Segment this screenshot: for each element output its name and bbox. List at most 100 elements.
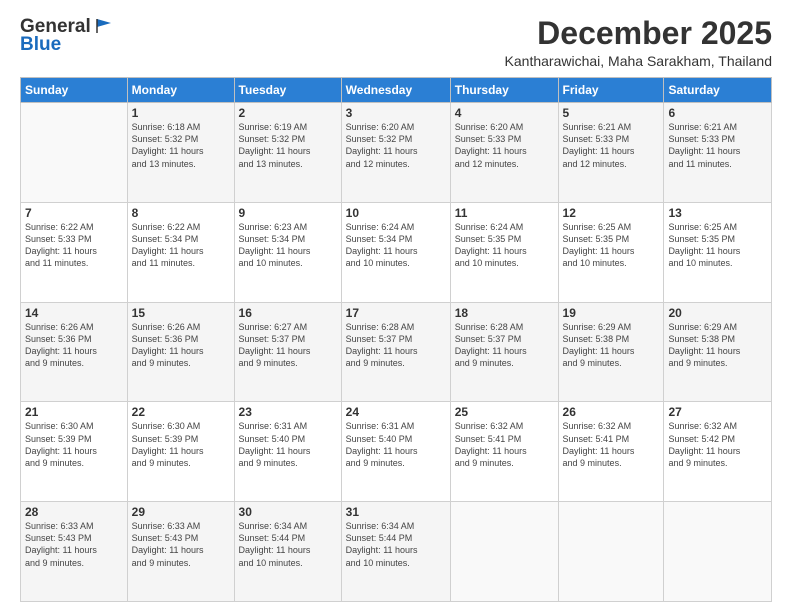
calendar-cell: 14Sunrise: 6:26 AMSunset: 5:36 PMDayligh…	[21, 302, 128, 402]
day-number: 4	[455, 106, 554, 120]
day-number: 7	[25, 206, 123, 220]
day-number: 3	[346, 106, 446, 120]
calendar-cell: 28Sunrise: 6:33 AMSunset: 5:43 PMDayligh…	[21, 502, 128, 602]
cell-info: Sunrise: 6:21 AMSunset: 5:33 PMDaylight:…	[668, 121, 767, 170]
day-number: 18	[455, 306, 554, 320]
day-header-saturday: Saturday	[664, 78, 772, 103]
cell-info: Sunrise: 6:26 AMSunset: 5:36 PMDaylight:…	[132, 321, 230, 370]
cell-info: Sunrise: 6:32 AMSunset: 5:41 PMDaylight:…	[455, 420, 554, 469]
cell-info: Sunrise: 6:26 AMSunset: 5:36 PMDaylight:…	[25, 321, 123, 370]
day-number: 5	[563, 106, 660, 120]
day-number: 21	[25, 405, 123, 419]
calendar-cell	[558, 502, 664, 602]
cell-info: Sunrise: 6:25 AMSunset: 5:35 PMDaylight:…	[563, 221, 660, 270]
day-number: 22	[132, 405, 230, 419]
cell-info: Sunrise: 6:28 AMSunset: 5:37 PMDaylight:…	[346, 321, 446, 370]
day-number: 23	[239, 405, 337, 419]
day-number: 28	[25, 505, 123, 519]
calendar-cell: 6Sunrise: 6:21 AMSunset: 5:33 PMDaylight…	[664, 103, 772, 203]
calendar-cell	[664, 502, 772, 602]
calendar-cell: 25Sunrise: 6:32 AMSunset: 5:41 PMDayligh…	[450, 402, 558, 502]
month-title: December 2025	[505, 16, 772, 51]
cell-info: Sunrise: 6:32 AMSunset: 5:42 PMDaylight:…	[668, 420, 767, 469]
day-number: 20	[668, 306, 767, 320]
calendar-cell: 17Sunrise: 6:28 AMSunset: 5:37 PMDayligh…	[341, 302, 450, 402]
cell-info: Sunrise: 6:34 AMSunset: 5:44 PMDaylight:…	[239, 520, 337, 569]
day-number: 1	[132, 106, 230, 120]
day-number: 13	[668, 206, 767, 220]
day-number: 14	[25, 306, 123, 320]
calendar-cell: 24Sunrise: 6:31 AMSunset: 5:40 PMDayligh…	[341, 402, 450, 502]
calendar-cell: 12Sunrise: 6:25 AMSunset: 5:35 PMDayligh…	[558, 202, 664, 302]
day-number: 30	[239, 505, 337, 519]
cell-info: Sunrise: 6:29 AMSunset: 5:38 PMDaylight:…	[668, 321, 767, 370]
calendar-cell: 26Sunrise: 6:32 AMSunset: 5:41 PMDayligh…	[558, 402, 664, 502]
day-number: 8	[132, 206, 230, 220]
day-number: 15	[132, 306, 230, 320]
day-header-wednesday: Wednesday	[341, 78, 450, 103]
location-title: Kantharawichai, Maha Sarakham, Thailand	[505, 53, 772, 69]
calendar-week-row: 1Sunrise: 6:18 AMSunset: 5:32 PMDaylight…	[21, 103, 772, 203]
cell-info: Sunrise: 6:30 AMSunset: 5:39 PMDaylight:…	[132, 420, 230, 469]
calendar-cell: 11Sunrise: 6:24 AMSunset: 5:35 PMDayligh…	[450, 202, 558, 302]
day-number: 31	[346, 505, 446, 519]
day-header-friday: Friday	[558, 78, 664, 103]
cell-info: Sunrise: 6:23 AMSunset: 5:34 PMDaylight:…	[239, 221, 337, 270]
calendar-cell	[21, 103, 128, 203]
calendar-week-row: 21Sunrise: 6:30 AMSunset: 5:39 PMDayligh…	[21, 402, 772, 502]
day-header-monday: Monday	[127, 78, 234, 103]
day-header-thursday: Thursday	[450, 78, 558, 103]
cell-info: Sunrise: 6:20 AMSunset: 5:33 PMDaylight:…	[455, 121, 554, 170]
calendar-table: SundayMondayTuesdayWednesdayThursdayFrid…	[20, 77, 772, 602]
day-number: 11	[455, 206, 554, 220]
day-number: 25	[455, 405, 554, 419]
calendar-week-row: 7Sunrise: 6:22 AMSunset: 5:33 PMDaylight…	[21, 202, 772, 302]
day-number: 24	[346, 405, 446, 419]
calendar-cell: 31Sunrise: 6:34 AMSunset: 5:44 PMDayligh…	[341, 502, 450, 602]
calendar-cell: 5Sunrise: 6:21 AMSunset: 5:33 PMDaylight…	[558, 103, 664, 203]
cell-info: Sunrise: 6:25 AMSunset: 5:35 PMDaylight:…	[668, 221, 767, 270]
calendar-cell: 29Sunrise: 6:33 AMSunset: 5:43 PMDayligh…	[127, 502, 234, 602]
calendar-cell: 15Sunrise: 6:26 AMSunset: 5:36 PMDayligh…	[127, 302, 234, 402]
cell-info: Sunrise: 6:22 AMSunset: 5:34 PMDaylight:…	[132, 221, 230, 270]
cell-info: Sunrise: 6:24 AMSunset: 5:35 PMDaylight:…	[455, 221, 554, 270]
calendar-cell: 16Sunrise: 6:27 AMSunset: 5:37 PMDayligh…	[234, 302, 341, 402]
calendar-cell: 23Sunrise: 6:31 AMSunset: 5:40 PMDayligh…	[234, 402, 341, 502]
cell-info: Sunrise: 6:18 AMSunset: 5:32 PMDaylight:…	[132, 121, 230, 170]
calendar-header-row: SundayMondayTuesdayWednesdayThursdayFrid…	[21, 78, 772, 103]
calendar-cell: 18Sunrise: 6:28 AMSunset: 5:37 PMDayligh…	[450, 302, 558, 402]
day-number: 2	[239, 106, 337, 120]
cell-info: Sunrise: 6:21 AMSunset: 5:33 PMDaylight:…	[563, 121, 660, 170]
day-number: 29	[132, 505, 230, 519]
day-number: 26	[563, 405, 660, 419]
day-number: 12	[563, 206, 660, 220]
calendar-cell: 10Sunrise: 6:24 AMSunset: 5:34 PMDayligh…	[341, 202, 450, 302]
calendar-cell: 7Sunrise: 6:22 AMSunset: 5:33 PMDaylight…	[21, 202, 128, 302]
calendar-cell: 20Sunrise: 6:29 AMSunset: 5:38 PMDayligh…	[664, 302, 772, 402]
day-number: 19	[563, 306, 660, 320]
day-number: 6	[668, 106, 767, 120]
day-number: 17	[346, 306, 446, 320]
calendar-week-row: 14Sunrise: 6:26 AMSunset: 5:36 PMDayligh…	[21, 302, 772, 402]
cell-info: Sunrise: 6:33 AMSunset: 5:43 PMDaylight:…	[25, 520, 123, 569]
calendar-cell: 9Sunrise: 6:23 AMSunset: 5:34 PMDaylight…	[234, 202, 341, 302]
cell-info: Sunrise: 6:30 AMSunset: 5:39 PMDaylight:…	[25, 420, 123, 469]
calendar-cell: 3Sunrise: 6:20 AMSunset: 5:32 PMDaylight…	[341, 103, 450, 203]
cell-info: Sunrise: 6:33 AMSunset: 5:43 PMDaylight:…	[132, 520, 230, 569]
day-number: 16	[239, 306, 337, 320]
calendar-cell: 1Sunrise: 6:18 AMSunset: 5:32 PMDaylight…	[127, 103, 234, 203]
cell-info: Sunrise: 6:22 AMSunset: 5:33 PMDaylight:…	[25, 221, 123, 270]
page: General Blue December 2025 Kantharawicha…	[0, 0, 792, 612]
calendar-cell: 19Sunrise: 6:29 AMSunset: 5:38 PMDayligh…	[558, 302, 664, 402]
cell-info: Sunrise: 6:28 AMSunset: 5:37 PMDaylight:…	[455, 321, 554, 370]
calendar-cell: 30Sunrise: 6:34 AMSunset: 5:44 PMDayligh…	[234, 502, 341, 602]
day-header-sunday: Sunday	[21, 78, 128, 103]
cell-info: Sunrise: 6:29 AMSunset: 5:38 PMDaylight:…	[563, 321, 660, 370]
calendar-cell: 8Sunrise: 6:22 AMSunset: 5:34 PMDaylight…	[127, 202, 234, 302]
calendar-cell: 21Sunrise: 6:30 AMSunset: 5:39 PMDayligh…	[21, 402, 128, 502]
cell-info: Sunrise: 6:27 AMSunset: 5:37 PMDaylight:…	[239, 321, 337, 370]
title-area: December 2025 Kantharawichai, Maha Sarak…	[505, 16, 772, 69]
cell-info: Sunrise: 6:31 AMSunset: 5:40 PMDaylight:…	[346, 420, 446, 469]
calendar-cell	[450, 502, 558, 602]
cell-info: Sunrise: 6:32 AMSunset: 5:41 PMDaylight:…	[563, 420, 660, 469]
